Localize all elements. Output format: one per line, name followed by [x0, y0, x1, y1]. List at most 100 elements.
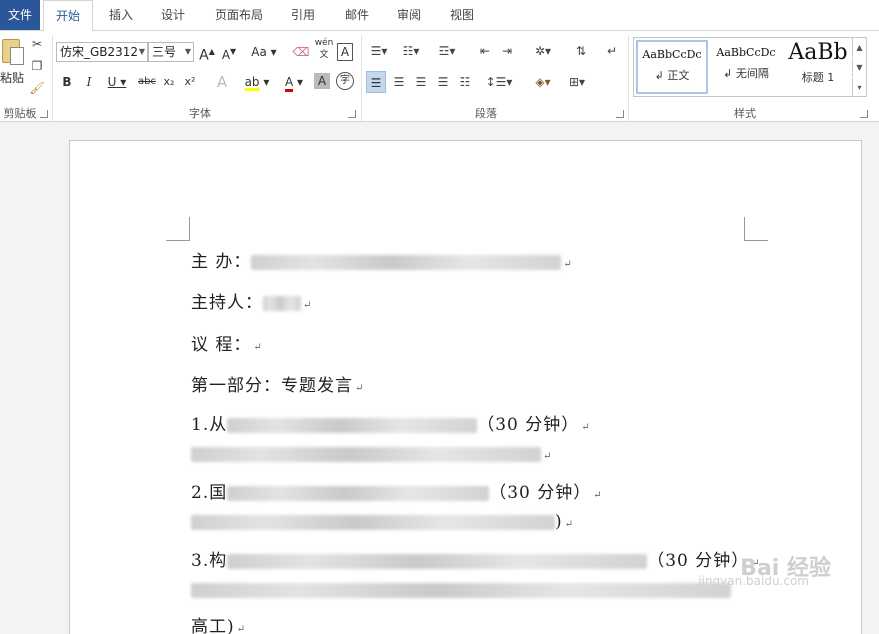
tab-mailings[interactable]: 邮件	[336, 0, 378, 30]
tab-file[interactable]: 文件	[0, 0, 40, 30]
doc-text: 2.国	[191, 483, 228, 503]
style-heading-1-name: 标题 1	[801, 71, 835, 84]
character-shading-button[interactable]: A	[314, 73, 330, 89]
doc-line-item-2-detail[interactable]: ) ↵	[191, 512, 574, 532]
ribbon-tabs: 文件 开始 插入 设计 页面布局 引用 邮件 审阅 视图	[0, 0, 879, 31]
doc-text: 主 办：	[191, 252, 252, 272]
change-case-button[interactable]: Aa ▾	[248, 41, 280, 63]
show-marks-icon[interactable]: ↵	[604, 42, 620, 60]
sort-icon[interactable]: ⇅	[572, 42, 590, 60]
format-painter-icon[interactable]: 🖌	[28, 79, 46, 97]
chinese-layout-icon[interactable]: ✲▾	[528, 42, 558, 60]
highlight-icon: ab	[244, 75, 260, 89]
paste-icon[interactable]	[2, 39, 24, 65]
group-separator	[52, 35, 53, 121]
paragraph-shading-icon[interactable]: ◈▾	[528, 73, 558, 91]
doc-text: )	[555, 512, 563, 532]
styles-launcher-icon[interactable]	[860, 110, 868, 118]
style-no-spacing[interactable]: AaBbCcDc ↲ 无间隔	[710, 40, 782, 94]
superscript-button[interactable]: x²	[181, 71, 199, 93]
doc-line-moderator[interactable]: 主持人： ↵	[191, 288, 312, 313]
cut-icon[interactable]: ✂	[28, 35, 46, 53]
clipboard-launcher-icon[interactable]	[40, 110, 48, 118]
distributed-icon[interactable]: ☷	[456, 73, 474, 91]
doc-line-part-one[interactable]: 第一部分：专题发言 ↵	[191, 371, 364, 396]
doc-text: 高工)	[191, 617, 235, 634]
tab-home[interactable]: 开始	[43, 0, 93, 31]
watermark-url: jingyan.baidu.com	[698, 574, 809, 588]
gallery-more-icon[interactable]: ▾	[852, 78, 866, 97]
justify-icon[interactable]: ☰	[434, 73, 452, 91]
gallery-scroll-up-icon[interactable]: ▲	[852, 38, 866, 57]
doc-text: 3.构	[191, 551, 228, 571]
copy-icon[interactable]: ❐	[28, 57, 46, 75]
paragraph-mark-icon: ↵	[543, 451, 553, 462]
doc-text: 议 程：	[191, 335, 252, 355]
character-border-icon: A	[340, 45, 350, 59]
ribbon: 粘贴 ✂ ❐ 🖌 剪贴板 仿宋_GB2312 ▼ 三号 ▼ A▲ A▼ Aa ▾…	[0, 30, 879, 122]
redacted-text	[263, 296, 301, 311]
tab-page-layout[interactable]: 页面布局	[208, 0, 270, 30]
numbering-icon[interactable]: ☷▾	[398, 42, 424, 60]
grow-font-button[interactable]: A▲	[198, 41, 216, 64]
styles-group-label: 样式	[734, 107, 756, 120]
doc-text: （30 分钟）	[489, 483, 592, 503]
align-center-icon[interactable]: ☰	[390, 73, 408, 91]
doc-line-agenda[interactable]: 议 程： ↵	[191, 330, 263, 355]
clipboard-group-label: 剪贴板	[3, 107, 37, 120]
tab-review[interactable]: 审阅	[388, 0, 430, 30]
text-effects-button[interactable]: A	[212, 71, 232, 93]
tab-references[interactable]: 引用	[282, 0, 324, 30]
font-group-label: 字体	[189, 107, 211, 120]
clear-formatting-icon[interactable]: ⌫	[292, 43, 310, 61]
multilevel-list-icon[interactable]: ☲▾	[434, 42, 460, 60]
doc-line-item-3-tail[interactable]: 高工) ↵	[191, 612, 246, 634]
font-color-button[interactable]: A ▾	[279, 71, 309, 93]
change-case-icon: Aa	[251, 45, 267, 59]
italic-button[interactable]: I	[81, 71, 97, 93]
paste-button[interactable]: 粘贴	[0, 69, 24, 86]
gallery-scroll-down-icon[interactable]: ▼	[852, 58, 866, 77]
tab-view[interactable]: 视图	[441, 0, 483, 30]
redacted-text	[191, 515, 555, 530]
subscript-button[interactable]: x₂	[160, 71, 178, 93]
character-border-button[interactable]: A	[337, 43, 353, 61]
paragraph-launcher-icon[interactable]	[616, 110, 624, 118]
doc-line-item-3[interactable]: 3.构 （30 分钟） ↵	[191, 546, 761, 571]
align-right-icon[interactable]: ☰	[412, 73, 430, 91]
doc-text: 1.从	[191, 415, 228, 435]
borders-icon[interactable]: ⊞▾	[562, 73, 592, 91]
style-heading-1-preview: AaBb	[788, 40, 848, 65]
doc-line-item-1[interactable]: 1.从 （30 分钟） ↵	[191, 410, 591, 435]
line-spacing-icon[interactable]: ↕☰▾	[484, 73, 514, 91]
underline-button[interactable]: U ▾	[104, 71, 130, 93]
style-no-spacing-preview: AaBbCcDc	[716, 46, 776, 59]
bullets-icon[interactable]: ☰▾	[366, 42, 392, 60]
doc-line-host[interactable]: 主 办： ↵	[191, 247, 573, 272]
text-effects-icon: A	[216, 73, 228, 91]
font-size-combo[interactable]: 三号 ▼	[148, 42, 194, 62]
enclose-characters-button[interactable]: 字	[336, 72, 354, 90]
tab-design[interactable]: 设计	[152, 0, 194, 30]
paragraph-mark-icon: ↵	[593, 490, 603, 501]
shrink-font-button[interactable]: A▼	[220, 41, 238, 63]
tab-insert[interactable]: 插入	[100, 0, 142, 30]
highlight-button[interactable]: ab ▾	[241, 71, 273, 93]
font-name-combo[interactable]: 仿宋_GB2312 ▼	[56, 42, 148, 62]
font-launcher-icon[interactable]	[348, 110, 356, 118]
phonetic-guide-button[interactable]: wén 文	[314, 37, 334, 60]
style-heading-1[interactable]: AaBb 标题 1	[782, 40, 854, 94]
style-normal[interactable]: AaBbCcDc ↲ 正文	[636, 40, 708, 94]
paragraph-mark-icon: ↵	[355, 383, 365, 394]
align-left-button[interactable]: ☰	[366, 71, 386, 93]
redacted-text	[227, 418, 478, 433]
doc-text: （30 分钟）	[477, 415, 580, 435]
decrease-indent-icon[interactable]: ⇤	[476, 42, 494, 60]
bold-button[interactable]: B	[59, 71, 75, 93]
doc-line-item-3-detail[interactable]	[191, 580, 731, 600]
doc-line-item-1-detail[interactable]: ↵	[191, 444, 552, 464]
style-normal-preview: AaBbCcDc	[642, 48, 702, 61]
strikethrough-button[interactable]: abc	[136, 71, 158, 93]
doc-line-item-2[interactable]: 2.国 （30 分钟） ↵	[191, 478, 603, 503]
increase-indent-icon[interactable]: ⇥	[498, 42, 516, 60]
